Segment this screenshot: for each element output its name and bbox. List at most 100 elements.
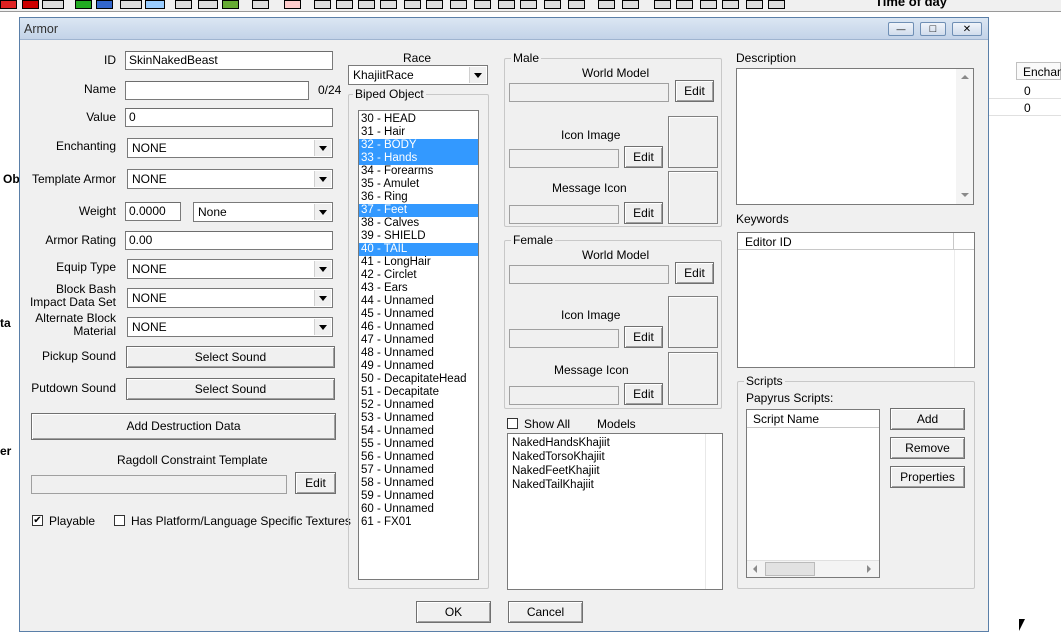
- toolbar-icon[interactable]: [746, 0, 763, 9]
- models-list[interactable]: NakedHandsKhajiit NakedTorsoKhajiit Nake…: [507, 433, 723, 590]
- keywords-column-header-extra[interactable]: [954, 233, 974, 250]
- toolbar-icon[interactable]: [622, 0, 639, 9]
- male-icon-edit-button[interactable]: Edit: [624, 146, 663, 168]
- female-message-icon-field[interactable]: [509, 386, 619, 405]
- scroll-left-icon[interactable]: [753, 565, 757, 573]
- male-world-model-field[interactable]: [509, 83, 669, 102]
- biped-slot-item[interactable]: 37 - Feet: [359, 204, 478, 217]
- toolbar-icon[interactable]: [498, 0, 515, 9]
- equip-type-select[interactable]: NONE: [127, 259, 333, 279]
- cancel-button[interactable]: Cancel: [508, 601, 583, 623]
- biped-slot-item[interactable]: 53 - Unnamed: [359, 412, 478, 425]
- biped-slot-item[interactable]: 59 - Unnamed: [359, 490, 478, 503]
- toolbar-icon[interactable]: [450, 0, 467, 9]
- biped-slot-item[interactable]: 55 - Unnamed: [359, 438, 478, 451]
- toolbar-icon[interactable]: [722, 0, 739, 9]
- close-button[interactable]: ✕: [952, 22, 982, 36]
- list-item[interactable]: NakedFeetKhajiit: [508, 465, 722, 479]
- pickup-sound-button[interactable]: Select Sound: [126, 346, 335, 368]
- playable-checkbox[interactable]: ✔: [32, 515, 43, 526]
- scripts-hscrollbar[interactable]: [747, 560, 879, 577]
- toolbar-icon[interactable]: [22, 0, 39, 9]
- race-select[interactable]: KhajiitRace: [348, 65, 488, 85]
- biped-slot-item[interactable]: 39 - SHIELD: [359, 230, 478, 243]
- script-properties-button[interactable]: Properties: [890, 466, 965, 488]
- alt-block-select[interactable]: NONE: [127, 317, 333, 337]
- biped-slot-item[interactable]: 60 - Unnamed: [359, 503, 478, 516]
- minimize-button[interactable]: —: [888, 22, 914, 36]
- female-world-model-edit-button[interactable]: Edit: [675, 262, 714, 284]
- add-destruction-data-button[interactable]: Add Destruction Data: [31, 413, 336, 440]
- keywords-list[interactable]: Editor ID: [737, 232, 975, 368]
- biped-slot-item[interactable]: 56 - Unnamed: [359, 451, 478, 464]
- scroll-thumb[interactable]: [765, 562, 815, 576]
- putdown-sound-button[interactable]: Select Sound: [126, 378, 335, 400]
- toolbar-icon[interactable]: [380, 0, 397, 9]
- description-field[interactable]: [736, 68, 974, 205]
- female-world-model-field[interactable]: [509, 265, 669, 284]
- add-script-button[interactable]: Add: [890, 408, 965, 430]
- chevron-down-icon[interactable]: [469, 67, 486, 83]
- armor-rating-field[interactable]: 0.00: [125, 231, 333, 250]
- biped-slot-item[interactable]: 41 - LongHair: [359, 256, 478, 269]
- biped-slot-item[interactable]: 40 - TAIL: [359, 243, 478, 256]
- male-world-model-edit-button[interactable]: Edit: [675, 80, 714, 102]
- biped-slot-item[interactable]: 31 - Hair: [359, 126, 478, 139]
- scripts-column-header[interactable]: Script Name: [747, 410, 879, 428]
- ragdoll-field[interactable]: [31, 475, 287, 494]
- show-all-checkbox[interactable]: [507, 418, 518, 429]
- toolbar-icon[interactable]: [75, 0, 92, 9]
- biped-slot-item[interactable]: 34 - Forearms: [359, 165, 478, 178]
- ragdoll-edit-button[interactable]: Edit: [295, 472, 336, 494]
- toolbar-icon[interactable]: [474, 0, 491, 9]
- name-field[interactable]: [125, 81, 309, 100]
- toolbar-icon[interactable]: [42, 0, 64, 9]
- chevron-down-icon[interactable]: [314, 319, 331, 335]
- toolbar-icon[interactable]: [222, 0, 239, 9]
- female-icon-image-field[interactable]: [509, 329, 619, 348]
- toolbar-icon[interactable]: [0, 0, 17, 9]
- biped-slot-item[interactable]: 46 - Unnamed: [359, 321, 478, 334]
- list-item[interactable]: NakedHandsKhajiit: [508, 437, 722, 451]
- models-scroll-track[interactable]: [705, 434, 722, 589]
- toolbar-icon[interactable]: [145, 0, 165, 9]
- toolbar-icon[interactable]: [175, 0, 192, 9]
- biped-slot-item[interactable]: 61 - FX01: [359, 516, 478, 529]
- biped-slot-item[interactable]: 57 - Unnamed: [359, 464, 478, 477]
- chevron-down-icon[interactable]: [314, 290, 331, 306]
- toolbar-icon[interactable]: [96, 0, 113, 9]
- biped-slot-item[interactable]: 47 - Unnamed: [359, 334, 478, 347]
- toolbar-icon[interactable]: [120, 0, 142, 9]
- grid-header[interactable]: Enchan: [1016, 62, 1061, 80]
- scroll-right-icon[interactable]: [867, 565, 871, 573]
- chevron-down-icon[interactable]: [314, 140, 331, 156]
- keywords-column-header[interactable]: Editor ID: [738, 233, 954, 250]
- chevron-down-icon[interactable]: [314, 171, 331, 187]
- toolbar-icon[interactable]: [700, 0, 717, 9]
- toolbar-icon[interactable]: [284, 0, 301, 9]
- scripts-list[interactable]: Script Name: [746, 409, 880, 578]
- biped-slot-list[interactable]: 30 - HEAD 31 - Hair 32 - BODY 33 - Hands 34 …: [358, 110, 479, 580]
- toolbar-icon[interactable]: [404, 0, 421, 9]
- biped-slot-item[interactable]: 36 - Ring: [359, 191, 478, 204]
- platform-textures-checkbox[interactable]: [114, 515, 125, 526]
- weight-type-select[interactable]: None: [193, 202, 333, 222]
- title-bar[interactable]: Armor — □ ✕: [20, 18, 988, 40]
- chevron-down-icon[interactable]: [314, 261, 331, 277]
- remove-script-button[interactable]: Remove: [890, 437, 965, 459]
- scroll-up-icon[interactable]: [961, 75, 969, 79]
- toolbar-icon[interactable]: [768, 0, 785, 9]
- biped-slot-item[interactable]: 42 - Circlet: [359, 269, 478, 282]
- id-field[interactable]: SkinNakedBeast: [125, 51, 333, 70]
- description-scrollbar[interactable]: [956, 69, 973, 204]
- female-message-edit-button[interactable]: Edit: [624, 383, 663, 405]
- biped-slot-item[interactable]: 54 - Unnamed: [359, 425, 478, 438]
- toolbar-icon[interactable]: [568, 0, 585, 9]
- biped-slot-item[interactable]: 50 - DecapitateHead: [359, 373, 478, 386]
- maximize-button[interactable]: □: [920, 22, 946, 36]
- biped-slot-item[interactable]: 32 - BODY: [359, 139, 478, 152]
- toolbar-icon[interactable]: [520, 0, 537, 9]
- toolbar-icon[interactable]: [426, 0, 443, 9]
- biped-slot-item[interactable]: 48 - Unnamed: [359, 347, 478, 360]
- biped-slot-item[interactable]: 43 - Ears: [359, 282, 478, 295]
